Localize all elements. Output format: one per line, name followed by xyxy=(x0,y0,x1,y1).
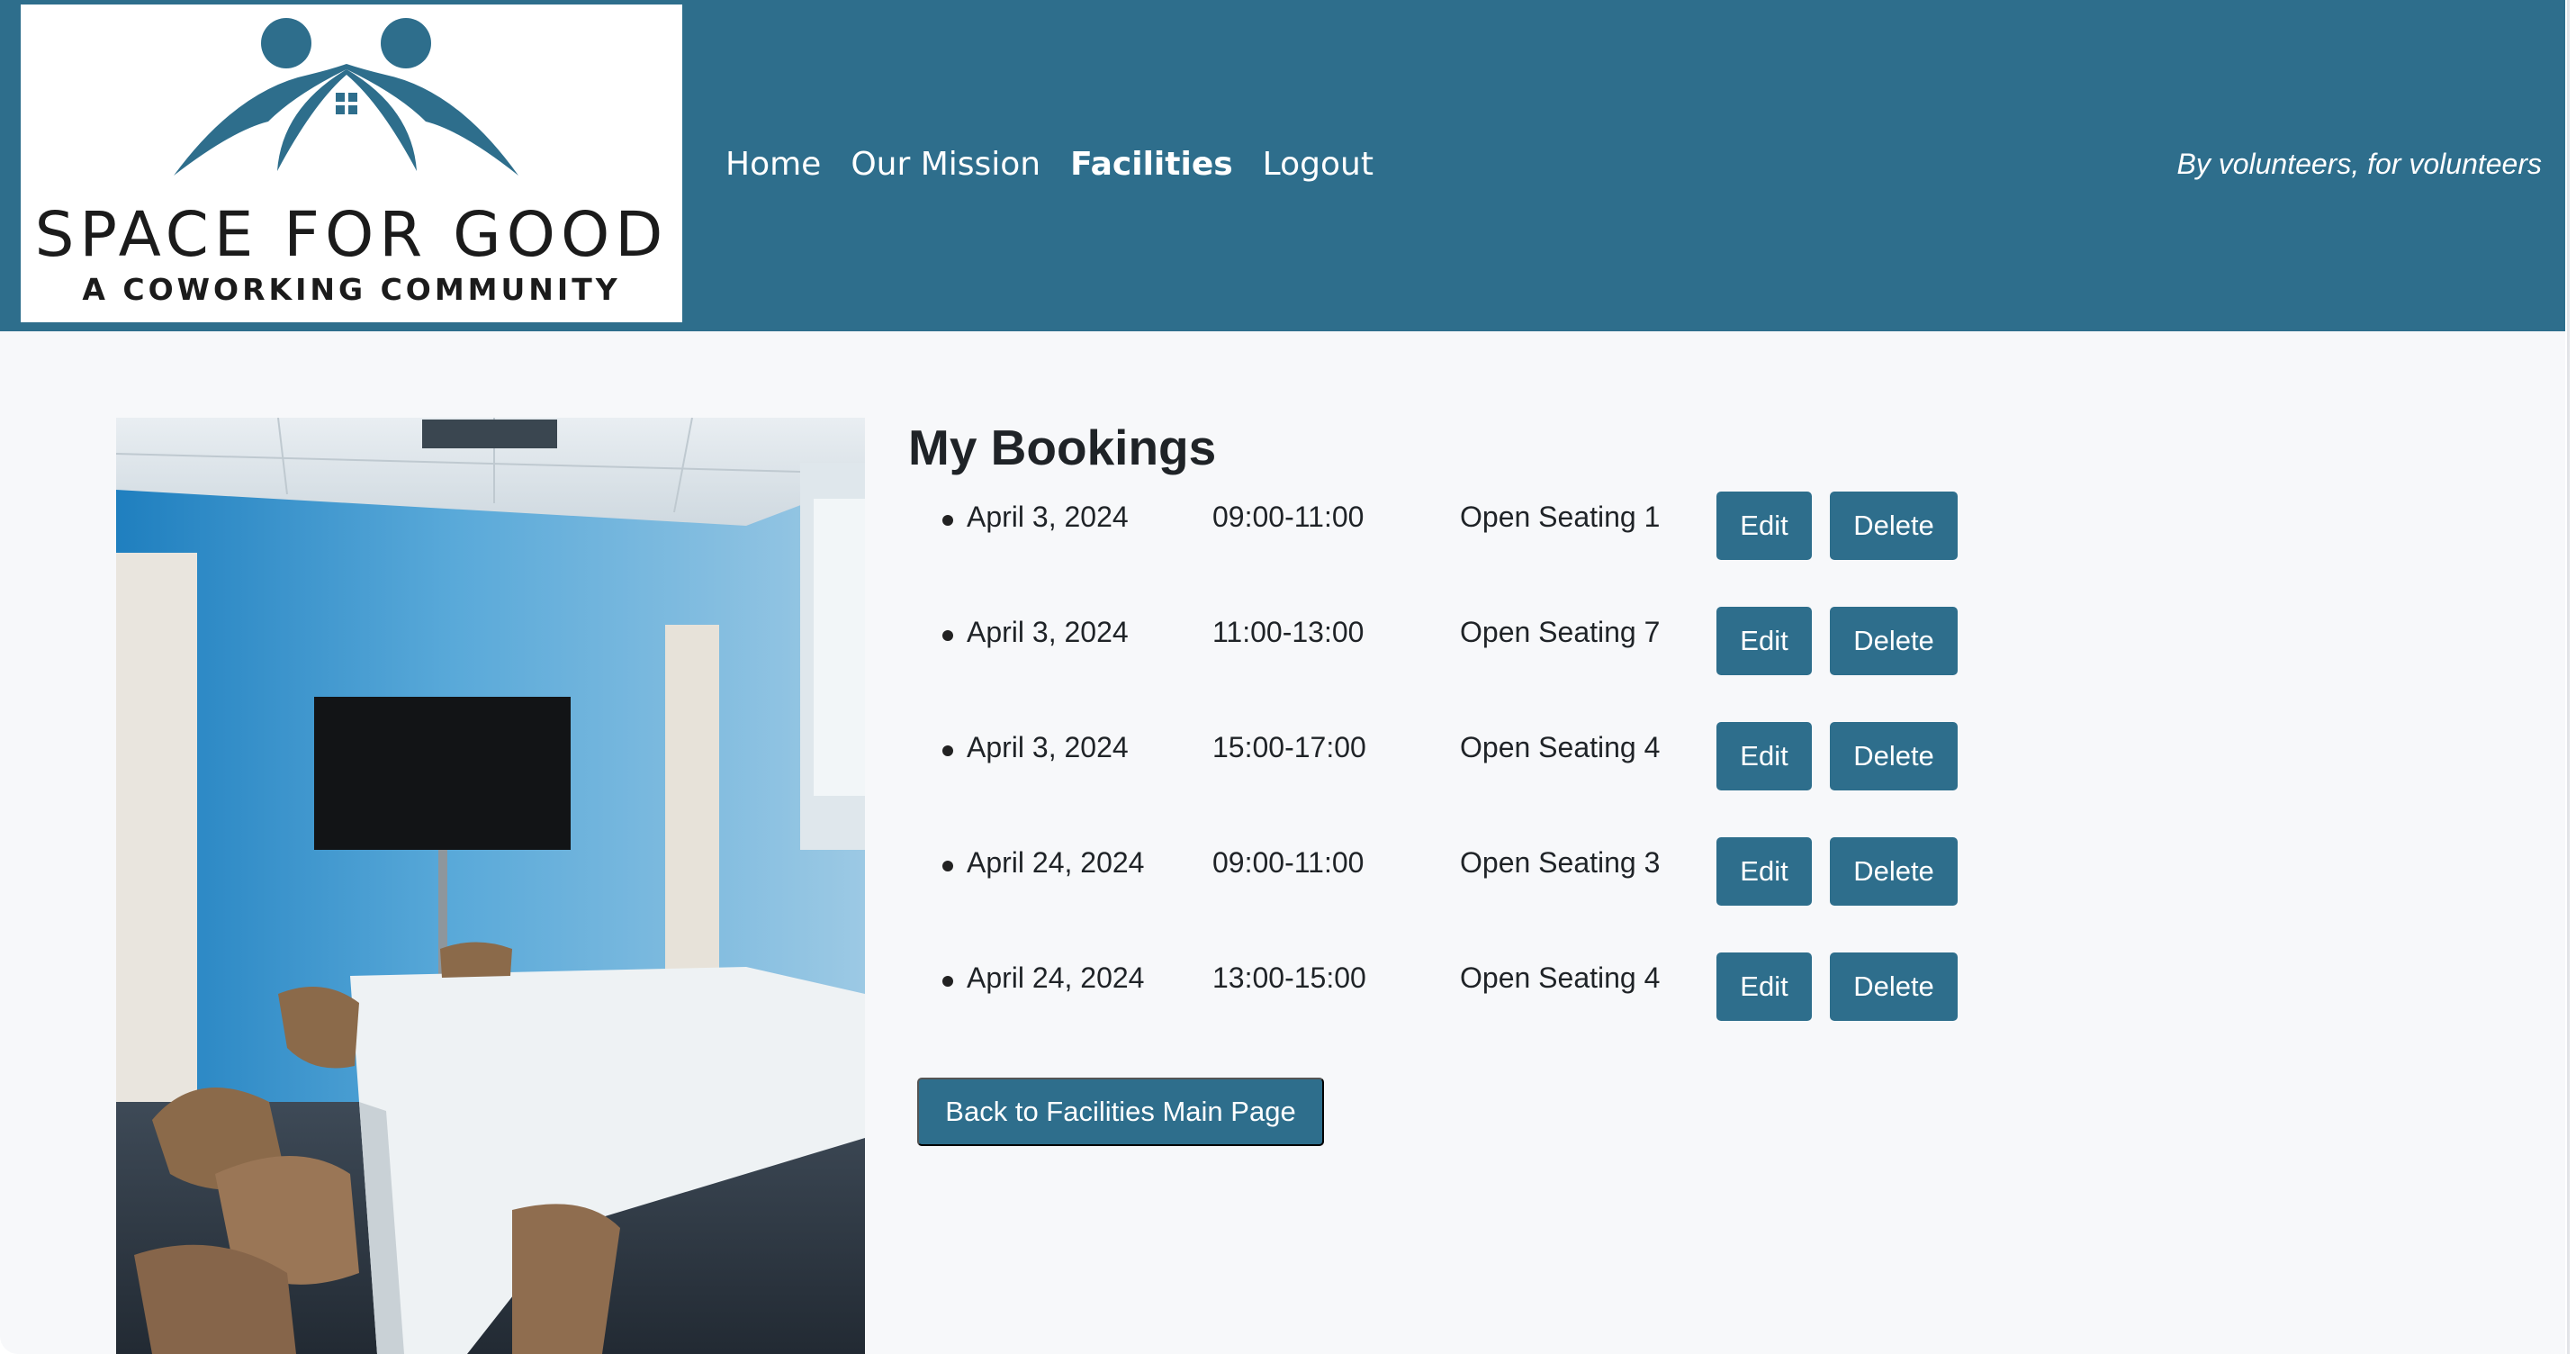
booking-room: Open Seating 7 xyxy=(1460,616,1661,648)
back-to-facilities-button[interactable]: Back to Facilities Main Page xyxy=(917,1078,1324,1146)
nav-our-mission[interactable]: Our Mission xyxy=(851,140,1040,190)
booking-room: Open Seating 4 xyxy=(1460,961,1661,994)
booking-room: Open Seating 3 xyxy=(1460,846,1661,879)
booking-item: April 3, 2024 09:00-11:00 Open Seating 1… xyxy=(908,492,1988,562)
booking-date: April 24, 2024 xyxy=(967,846,1145,879)
booking-item: April 3, 2024 11:00-13:00 Open Seating 7… xyxy=(908,607,1988,677)
delete-button[interactable]: Delete xyxy=(1830,952,1958,1021)
edit-button[interactable]: Edit xyxy=(1716,837,1812,906)
booking-date: April 3, 2024 xyxy=(967,616,1129,648)
edit-button[interactable]: Edit xyxy=(1716,722,1812,790)
site-header: SPACE FOR GOOD A COWORKING COMMUNITY Hom… xyxy=(0,0,2565,331)
nav-home[interactable]: Home xyxy=(725,140,821,190)
bullet xyxy=(942,515,953,526)
booking-time: 09:00-11:00 xyxy=(1212,501,1365,533)
browser-viewport: SPACE FOR GOOD A COWORKING COMMUNITY Hom… xyxy=(0,0,2565,1354)
booking-time: 11:00-13:00 xyxy=(1212,616,1365,648)
booking-date: April 24, 2024 xyxy=(967,961,1145,994)
delete-button[interactable]: Delete xyxy=(1830,607,1958,675)
main-nav: Home Our Mission Facilities Logout xyxy=(725,140,1374,190)
edit-button[interactable]: Edit xyxy=(1716,607,1812,675)
my-bookings-section: My Bookings April 3, 2024 09:00-11:00 Op… xyxy=(908,416,2168,1021)
meeting-room-photo xyxy=(116,418,865,1354)
two-people-house-icon xyxy=(174,18,518,176)
tagline: By volunteers, for volunteers xyxy=(2176,148,2542,180)
logo-subtitle: A COWORKING COMMUNITY xyxy=(82,272,621,307)
edit-button[interactable]: Edit xyxy=(1716,492,1812,560)
delete-button[interactable]: Delete xyxy=(1830,837,1958,906)
site-logo[interactable]: SPACE FOR GOOD A COWORKING COMMUNITY xyxy=(21,5,682,322)
booking-date: April 3, 2024 xyxy=(967,731,1129,763)
booking-item: April 24, 2024 13:00-15:00 Open Seating … xyxy=(908,952,1988,1023)
page-scrollbar[interactable] xyxy=(2565,0,2576,1354)
bullet xyxy=(942,976,953,987)
delete-button[interactable]: Delete xyxy=(1830,492,1958,560)
nav-logout[interactable]: Logout xyxy=(1263,140,1374,190)
booking-time: 09:00-11:00 xyxy=(1212,846,1365,879)
booking-time: 13:00-15:00 xyxy=(1212,961,1366,994)
bullet xyxy=(942,745,953,756)
booking-item: April 3, 2024 15:00-17:00 Open Seating 4… xyxy=(908,722,1988,792)
booking-date: April 3, 2024 xyxy=(967,501,1129,533)
booking-room: Open Seating 1 xyxy=(1460,501,1661,533)
logo-title: SPACE FOR GOOD xyxy=(34,199,669,271)
delete-button[interactable]: Delete xyxy=(1830,722,1958,790)
page-title: My Bookings xyxy=(908,420,1217,475)
edit-button[interactable]: Edit xyxy=(1716,952,1812,1021)
booking-item: April 24, 2024 09:00-11:00 Open Seating … xyxy=(908,837,1988,907)
bullet xyxy=(942,630,953,641)
scrollbar-track[interactable] xyxy=(2567,0,2570,1354)
bullet xyxy=(942,861,953,871)
booking-time: 15:00-17:00 xyxy=(1212,731,1366,763)
booking-room: Open Seating 4 xyxy=(1460,731,1661,763)
nav-facilities[interactable]: Facilities xyxy=(1070,140,1233,190)
